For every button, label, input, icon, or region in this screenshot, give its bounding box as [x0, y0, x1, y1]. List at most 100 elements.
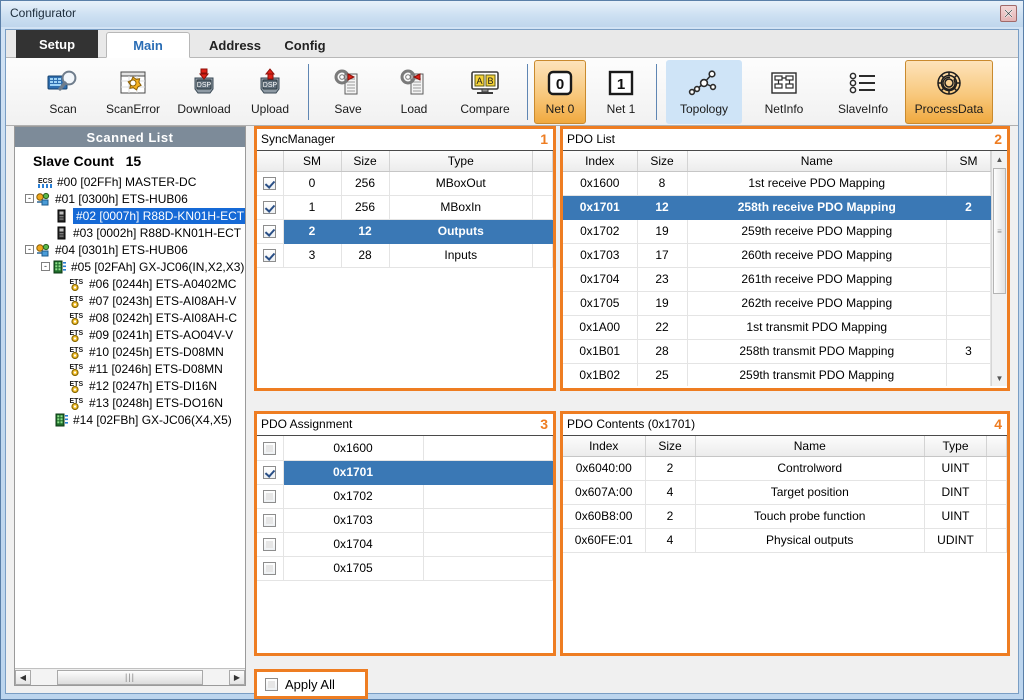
syncmanager-row[interactable]: 0256MBoxOut: [257, 171, 553, 195]
pdoassignment-row-checkbox-cell[interactable]: [257, 484, 283, 508]
tree-node-5[interactable]: -#05 [02FAh] GX-JC06(IN,X2,X3): [15, 258, 245, 275]
syncmanager-col-size[interactable]: Size: [341, 151, 389, 171]
close-icon[interactable]: [1000, 5, 1017, 22]
tree-expander-icon[interactable]: -: [25, 245, 34, 254]
toolbar-button-compare[interactable]: A B Compare: [450, 60, 520, 124]
syncmanager-row-checkbox-cell[interactable]: [257, 219, 283, 243]
toolbar-button-net0[interactable]: 0 Net 0: [534, 60, 586, 124]
scroll-left-icon[interactable]: ◀: [15, 670, 31, 685]
pdocontents-row[interactable]: 0x60B8:002Touch probe functionUINT: [563, 504, 1007, 528]
pdolist-scroll-thumb[interactable]: ≡: [993, 168, 1006, 294]
pdocontents-col-4[interactable]: [987, 436, 1007, 456]
pdocontents-row[interactable]: 0x6040:002ControlwordUINT: [563, 456, 1007, 480]
pdoassignment-body[interactable]: 0x16000x17010x17020x17030x17040x1705: [257, 436, 553, 580]
pdoassignment-row[interactable]: 0x1701: [257, 460, 553, 484]
pdoassignment-row-checkbox-cell[interactable]: [257, 556, 283, 580]
pdocontents-col-index[interactable]: Index: [563, 436, 645, 456]
toolbar-button-processdata[interactable]: ProcessData: [905, 60, 993, 124]
pdolist-row[interactable]: 0x170423261th receive PDO Mapping: [563, 267, 991, 291]
pdocontents-col-type[interactable]: Type: [925, 436, 987, 456]
toolbar-button-load[interactable]: Load: [386, 60, 442, 124]
pdoassignment-row-checkbox-cell[interactable]: [257, 532, 283, 556]
syncmanager-row[interactable]: 212Outputs: [257, 219, 553, 243]
pdoassignment-checkbox-4[interactable]: [263, 538, 276, 551]
pdolist-row[interactable]: 0x1A00221st transmit PDO Mapping: [563, 315, 991, 339]
tree-node-14[interactable]: #14 [02FBh] GX-JC06(X4,X5): [15, 411, 245, 428]
toolbar-button-netinfo[interactable]: NetInfo: [750, 60, 818, 124]
tab-main[interactable]: Main: [106, 32, 190, 58]
tree-node-1[interactable]: -#01 [0300h] ETS-HUB06: [15, 190, 245, 207]
toolbar-button-download[interactable]: DSP Download: [170, 60, 238, 124]
toolbar-button-scanerror[interactable]: ScanError: [98, 60, 168, 124]
pdocontents-row[interactable]: 0x607A:004Target positionDINT: [563, 480, 1007, 504]
pdolist-row[interactable]: 0x170112258th receive PDO Mapping2: [563, 195, 991, 219]
syncmanager-row-checkbox-cell[interactable]: [257, 195, 283, 219]
tree-node-11[interactable]: ETS#11 [0246h] ETS-D08MN: [15, 360, 245, 377]
pdoassignment-checkbox-3[interactable]: [263, 514, 276, 527]
toolbar-button-topology[interactable]: Topology: [666, 60, 742, 124]
scroll-right-icon[interactable]: ▶: [229, 670, 245, 685]
pdolist-row[interactable]: 0x160081st receive PDO Mapping: [563, 171, 991, 195]
toolbar-button-net1[interactable]: 1 Net 1: [595, 60, 647, 124]
syncmanager-checkbox-3[interactable]: [263, 249, 276, 262]
pdolist-col-size[interactable]: Size: [637, 151, 687, 171]
pdolist-row[interactable]: 0x170317260th receive PDO Mapping: [563, 243, 991, 267]
pdocontents-col-size[interactable]: Size: [645, 436, 695, 456]
pdolist-row[interactable]: 0x170519262th receive PDO Mapping: [563, 291, 991, 315]
tree-node-7[interactable]: ETS#07 [0243h] ETS-AI08AH-V: [15, 292, 245, 309]
pdoassignment-row-checkbox-cell[interactable]: [257, 436, 283, 460]
syncmanager-col-type[interactable]: Type: [389, 151, 533, 171]
tree-scroll-track[interactable]: |||: [31, 670, 229, 685]
pdolist-col-sm[interactable]: SM: [947, 151, 991, 171]
tree-node-6[interactable]: ETS#06 [0244h] ETS-A0402MC: [15, 275, 245, 292]
syncmanager-row-checkbox-cell[interactable]: [257, 171, 283, 195]
pdoassignment-checkbox-0[interactable]: [263, 442, 276, 455]
tree-node-2[interactable]: #02 [0007h] R88D-KN01H-ECT: [15, 207, 245, 224]
pdoassignment-row-checkbox-cell[interactable]: [257, 508, 283, 532]
syncmanager-checkbox-1[interactable]: [263, 201, 276, 214]
tree-expander-icon[interactable]: -: [25, 194, 34, 203]
syncmanager-row-checkbox-cell[interactable]: [257, 243, 283, 267]
scroll-down-icon[interactable]: ▼: [992, 370, 1007, 386]
scanned-list-tree[interactable]: ECS#00 [02FFh] MASTER-DC-#01 [0300h] ETS…: [15, 173, 245, 663]
pdoassignment-checkbox-2[interactable]: [263, 490, 276, 503]
pdocontents-row[interactable]: 0x60FE:014Physical outputsUDINT: [563, 528, 1007, 552]
syncmanager-col-0[interactable]: [257, 151, 283, 171]
syncmanager-col-4[interactable]: [533, 151, 553, 171]
pdocontents-col-name[interactable]: Name: [695, 436, 925, 456]
tree-scroll-thumb[interactable]: |||: [57, 670, 203, 685]
tree-expander-icon[interactable]: -: [41, 262, 50, 271]
syncmanager-body[interactable]: 0256MBoxOut1256MBoxIn212Outputs328Inputs: [257, 171, 553, 267]
pdocontents-body[interactable]: 0x6040:002ControlwordUINT0x607A:004Targe…: [563, 456, 1007, 552]
toolbar-button-upload[interactable]: DSP Upload: [240, 60, 300, 124]
tree-node-8[interactable]: ETS#08 [0242h] ETS-AI08AH-C: [15, 309, 245, 326]
pdoassignment-row[interactable]: 0x1704: [257, 532, 553, 556]
pdoassignment-row[interactable]: 0x1703: [257, 508, 553, 532]
tree-node-3[interactable]: #03 [0002h] R88D-KN01H-ECT: [15, 224, 245, 241]
pdolist-row[interactable]: 0x1B0128258th transmit PDO Mapping3: [563, 339, 991, 363]
tab-setup[interactable]: Setup: [16, 30, 98, 58]
pdoassignment-row-checkbox-cell[interactable]: [257, 460, 283, 484]
pdoassignment-row[interactable]: 0x1705: [257, 556, 553, 580]
tree-node-12[interactable]: ETS#12 [0247h] ETS-DI16N: [15, 377, 245, 394]
toolbar-button-scan[interactable]: Scan: [30, 60, 96, 124]
tree-node-0[interactable]: ECS#00 [02FFh] MASTER-DC: [15, 173, 245, 190]
tab-config[interactable]: Config: [262, 32, 348, 58]
pdoassignment-row[interactable]: 0x1600: [257, 436, 553, 460]
syncmanager-col-sm[interactable]: SM: [283, 151, 341, 171]
pdoassignment-checkbox-1[interactable]: [263, 466, 276, 479]
pdoassignment-checkbox-5[interactable]: [263, 562, 276, 575]
scroll-up-icon[interactable]: ▲: [992, 151, 1007, 167]
pdolist-col-index[interactable]: Index: [563, 151, 637, 171]
tree-node-9[interactable]: ETS#09 [0241h] ETS-AO04V-V: [15, 326, 245, 343]
syncmanager-checkbox-2[interactable]: [263, 225, 276, 238]
syncmanager-checkbox-0[interactable]: [263, 177, 276, 190]
pdolist-vertical-scrollbar[interactable]: ▲ ≡ ▼: [991, 151, 1007, 386]
toolbar-button-save[interactable]: Save: [320, 60, 376, 124]
apply-all-container[interactable]: Apply All: [254, 669, 368, 699]
pdolist-col-name[interactable]: Name: [687, 151, 947, 171]
pdolist-row[interactable]: 0x1B0225259th transmit PDO Mapping: [563, 363, 991, 386]
toolbar-button-slaveinfo[interactable]: SlaveInfo: [826, 60, 900, 124]
pdoassignment-row[interactable]: 0x1702: [257, 484, 553, 508]
apply-all-checkbox[interactable]: [265, 678, 278, 691]
